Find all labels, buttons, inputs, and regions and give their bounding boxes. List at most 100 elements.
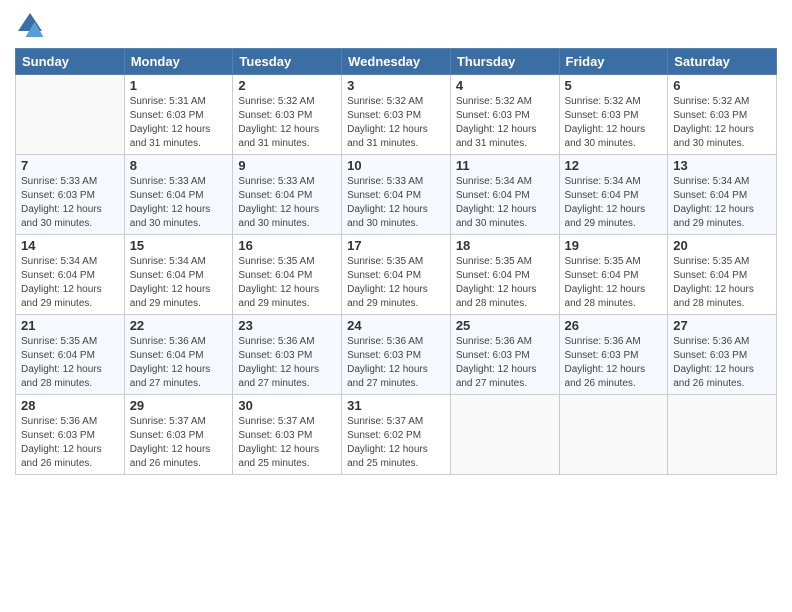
- calendar-week-1: 1 Sunrise: 5:31 AM Sunset: 6:03 PM Daylig…: [16, 75, 777, 155]
- calendar-cell: 9 Sunrise: 5:33 AM Sunset: 6:04 PM Daylig…: [233, 155, 342, 235]
- calendar-cell: 18Sunrise: 5:35 AM Sunset: 6:04 PM Dayli…: [450, 235, 559, 315]
- day-info: Sunrise: 5:37 AM Sunset: 6:02 PM Dayligh…: [347, 415, 445, 471]
- day-info: Sunrise: 5:36 AM Sunset: 6:03 PM Dayligh…: [565, 335, 663, 391]
- day-number: 28: [21, 398, 119, 413]
- day-number: 19: [565, 238, 663, 253]
- day-info: Sunrise: 5:36 AM Sunset: 6:03 PM Dayligh…: [456, 335, 554, 391]
- day-number: 13: [673, 158, 771, 173]
- day-number: 21: [21, 318, 119, 333]
- calendar-cell: 4 Sunrise: 5:32 AM Sunset: 6:03 PM Daylig…: [450, 75, 559, 155]
- day-info: Sunrise: 5:34 AM Sunset: 6:04 PM Dayligh…: [130, 255, 228, 311]
- day-number: 10: [347, 158, 445, 173]
- calendar-cell: 19 Sunrise: 5:35 AM Sunset: 6:04 PM Dayli…: [559, 235, 668, 315]
- calendar-cell: 6 Sunrise: 5:32 AM Sunset: 6:03 PM Daylig…: [668, 75, 777, 155]
- calendar-cell: 22 Sunrise: 5:36 AM Sunset: 6:04 PM Dayli…: [124, 315, 233, 395]
- day-info: Sunrise: 5:32 AM Sunset: 6:03 PM Dayligh…: [456, 95, 554, 151]
- calendar-header-monday: Monday: [124, 49, 233, 75]
- day-info: Sunrise: 5:36 AM Sunset: 6:03 PM Dayligh…: [347, 335, 445, 391]
- day-number: 18: [456, 238, 554, 253]
- day-info: Sunrise: 5:34 AM Sunset: 6:04 PM Dayligh…: [565, 175, 663, 231]
- day-info: Sunrise: 5:34 AM Sunset: 6:04 PM Dayligh…: [21, 255, 119, 311]
- calendar-cell: 10 Sunrise: 5:33 AM Sunset: 6:04 PM Dayli…: [342, 155, 451, 235]
- day-number: 15: [130, 238, 228, 253]
- day-number: 7: [21, 158, 119, 173]
- day-info: Sunrise: 5:35 AM Sunset: 6:04 PM Dayligh…: [347, 255, 445, 311]
- day-number: 17: [347, 238, 445, 253]
- calendar-week-2: 7 Sunrise: 5:33 AM Sunset: 6:03 PM Daylig…: [16, 155, 777, 235]
- day-number: 11: [456, 158, 554, 173]
- calendar-cell: 11 Sunrise: 5:34 AM Sunset: 6:04 PM Dayli…: [450, 155, 559, 235]
- day-number: 31: [347, 398, 445, 413]
- day-info: Sunrise: 5:35 AM Sunset: 6:04 PM Dayligh…: [238, 255, 336, 311]
- calendar-week-5: 28 Sunrise: 5:36 AM Sunset: 6:03 PM Dayli…: [16, 395, 777, 475]
- day-info: Sunrise: 5:31 AM Sunset: 6:03 PM Dayligh…: [130, 95, 228, 151]
- calendar-cell: [450, 395, 559, 475]
- calendar-header-sunday: Sunday: [16, 49, 125, 75]
- day-number: 27: [673, 318, 771, 333]
- day-info: Sunrise: 5:37 AM Sunset: 6:03 PM Dayligh…: [130, 415, 228, 471]
- calendar-cell: 30 Sunrise: 5:37 AM Sunset: 6:03 PM Dayli…: [233, 395, 342, 475]
- day-info: Sunrise: 5:36 AM Sunset: 6:04 PM Dayligh…: [130, 335, 228, 391]
- day-number: 1: [130, 78, 228, 93]
- calendar-cell: 13Sunrise: 5:34 AM Sunset: 6:04 PM Dayli…: [668, 155, 777, 235]
- day-number: 26: [565, 318, 663, 333]
- calendar-cell: 25Sunrise: 5:36 AM Sunset: 6:03 PM Dayli…: [450, 315, 559, 395]
- day-number: 8: [130, 158, 228, 173]
- day-number: 14: [21, 238, 119, 253]
- calendar-week-4: 21 Sunrise: 5:35 AM Sunset: 6:04 PM Dayli…: [16, 315, 777, 395]
- day-number: 23: [238, 318, 336, 333]
- calendar-cell: 15 Sunrise: 5:34 AM Sunset: 6:04 PM Dayli…: [124, 235, 233, 315]
- day-info: Sunrise: 5:33 AM Sunset: 6:04 PM Dayligh…: [347, 175, 445, 231]
- day-info: Sunrise: 5:33 AM Sunset: 6:03 PM Dayligh…: [21, 175, 119, 231]
- day-info: Sunrise: 5:37 AM Sunset: 6:03 PM Dayligh…: [238, 415, 336, 471]
- calendar-table: SundayMondayTuesdayWednesdayThursdayFrid…: [15, 48, 777, 475]
- calendar-cell: 31 Sunrise: 5:37 AM Sunset: 6:02 PM Dayli…: [342, 395, 451, 475]
- day-info: Sunrise: 5:36 AM Sunset: 6:03 PM Dayligh…: [673, 335, 771, 391]
- day-number: 9: [238, 158, 336, 173]
- calendar-cell: [16, 75, 125, 155]
- calendar-cell: 24 Sunrise: 5:36 AM Sunset: 6:03 PM Dayli…: [342, 315, 451, 395]
- calendar-cell: 1 Sunrise: 5:31 AM Sunset: 6:03 PM Daylig…: [124, 75, 233, 155]
- calendar-cell: 16 Sunrise: 5:35 AM Sunset: 6:04 PM Dayli…: [233, 235, 342, 315]
- day-number: 3: [347, 78, 445, 93]
- calendar-cell: 3 Sunrise: 5:32 AM Sunset: 6:03 PM Daylig…: [342, 75, 451, 155]
- day-info: Sunrise: 5:35 AM Sunset: 6:04 PM Dayligh…: [21, 335, 119, 391]
- day-info: Sunrise: 5:32 AM Sunset: 6:03 PM Dayligh…: [347, 95, 445, 151]
- calendar-cell: 8Sunrise: 5:33 AM Sunset: 6:04 PM Daylig…: [124, 155, 233, 235]
- day-number: 20: [673, 238, 771, 253]
- day-number: 5: [565, 78, 663, 93]
- day-info: Sunrise: 5:35 AM Sunset: 6:04 PM Dayligh…: [673, 255, 771, 311]
- day-number: 30: [238, 398, 336, 413]
- day-info: Sunrise: 5:34 AM Sunset: 6:04 PM Dayligh…: [456, 175, 554, 231]
- calendar-cell: 14 Sunrise: 5:34 AM Sunset: 6:04 PM Dayli…: [16, 235, 125, 315]
- day-number: 2: [238, 78, 336, 93]
- day-number: 22: [130, 318, 228, 333]
- calendar-cell: [559, 395, 668, 475]
- calendar-cell: 26 Sunrise: 5:36 AM Sunset: 6:03 PM Dayli…: [559, 315, 668, 395]
- calendar-header-friday: Friday: [559, 49, 668, 75]
- day-number: 6: [673, 78, 771, 93]
- day-info: Sunrise: 5:33 AM Sunset: 6:04 PM Dayligh…: [238, 175, 336, 231]
- day-number: 24: [347, 318, 445, 333]
- calendar-cell: 17 Sunrise: 5:35 AM Sunset: 6:04 PM Dayli…: [342, 235, 451, 315]
- day-number: 4: [456, 78, 554, 93]
- calendar-header-wednesday: Wednesday: [342, 49, 451, 75]
- calendar-header-saturday: Saturday: [668, 49, 777, 75]
- day-number: 29: [130, 398, 228, 413]
- day-info: Sunrise: 5:35 AM Sunset: 6:04 PM Dayligh…: [565, 255, 663, 311]
- day-info: Sunrise: 5:36 AM Sunset: 6:03 PM Dayligh…: [238, 335, 336, 391]
- calendar-week-3: 14 Sunrise: 5:34 AM Sunset: 6:04 PM Dayli…: [16, 235, 777, 315]
- logo: [15, 10, 49, 40]
- calendar-cell: 23 Sunrise: 5:36 AM Sunset: 6:03 PM Dayli…: [233, 315, 342, 395]
- calendar-header-tuesday: Tuesday: [233, 49, 342, 75]
- calendar-cell: 7 Sunrise: 5:33 AM Sunset: 6:03 PM Daylig…: [16, 155, 125, 235]
- page-header: [15, 10, 777, 40]
- calendar-cell: 2Sunrise: 5:32 AM Sunset: 6:03 PM Daylig…: [233, 75, 342, 155]
- day-info: Sunrise: 5:36 AM Sunset: 6:03 PM Dayligh…: [21, 415, 119, 471]
- calendar-header-thursday: Thursday: [450, 49, 559, 75]
- day-info: Sunrise: 5:32 AM Sunset: 6:03 PM Dayligh…: [673, 95, 771, 151]
- calendar-cell: 5 Sunrise: 5:32 AM Sunset: 6:03 PM Daylig…: [559, 75, 668, 155]
- logo-icon: [15, 10, 45, 40]
- day-number: 16: [238, 238, 336, 253]
- day-info: Sunrise: 5:32 AM Sunset: 6:03 PM Dayligh…: [565, 95, 663, 151]
